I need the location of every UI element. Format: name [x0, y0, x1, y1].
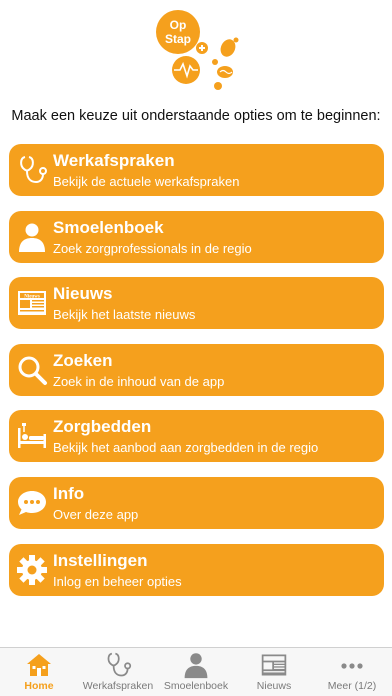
menu-button-nieuws[interactable]: Nieuws Nieuws Bekijk het laatste nieuws	[9, 277, 384, 330]
menu-button-instellingen[interactable]: Instellingen Inlog en beheer opties	[9, 543, 384, 596]
menu-subtitle: Bekijk het aanbod aan zorgbedden in de r…	[53, 440, 319, 456]
menu-title: Zorgbedden	[53, 417, 152, 437]
menu-title: Smoelenboek	[53, 217, 164, 237]
menu-subtitle: Bekijk de actuele werkafspraken	[53, 174, 240, 189]
menu-button-info[interactable]: Info Over deze app	[9, 476, 384, 529]
home-icon	[27, 654, 51, 676]
tab-home[interactable]: Home	[0, 648, 78, 696]
menu-title: Instellingen	[53, 550, 148, 570]
menu-title: Nieuws	[53, 284, 113, 304]
newspaper-icon: Nieuws	[18, 291, 46, 316]
tab-nieuws[interactable]: Nieuws	[235, 648, 313, 696]
newspaper-icon	[261, 654, 287, 676]
intro-text: Maak een keuze uit onderstaande opties o…	[11, 108, 381, 124]
menu-title: Werkafspraken	[53, 151, 175, 170]
tab-label: Smoelenboek	[163, 680, 229, 692]
more-icon	[341, 663, 363, 669]
gear-icon	[17, 554, 47, 585]
tab-meer[interactable]: Meer (1/2)	[313, 648, 391, 696]
search-icon	[18, 356, 47, 385]
tab-werkafspraken[interactable]: Werkafspraken	[79, 648, 157, 696]
stethoscope-icon	[107, 652, 132, 677]
main-menu: Werkafspraken Bekijk de actuele werkafsp…	[9, 144, 384, 610]
menu-button-zorgbedden[interactable]: Zorgbedden Bekijk het aanbod aan zorgbed…	[9, 410, 384, 463]
menu-title: Zoeken	[53, 350, 113, 370]
menu-subtitle: Zoek in de inhoud van de app	[53, 373, 225, 389]
menu-button-smoelenboek[interactable]: Smoelenboek Zoek zorgprofessionals in de…	[9, 210, 384, 263]
tab-label: Nieuws	[256, 680, 292, 692]
logo-text-stap: Stap	[165, 32, 191, 46]
person-icon	[184, 653, 208, 679]
menu-subtitle: Inlog en beheer opties	[53, 573, 182, 589]
tab-bar: Home Werkafspraken Smoelenboek Nieuws Me…	[0, 647, 392, 696]
bed-icon	[18, 423, 46, 449]
menu-button-werkafspraken[interactable]: Werkafspraken Bekijk de actuele werkafsp…	[9, 144, 384, 196]
person-icon	[19, 223, 45, 252]
info-bubble-icon	[18, 490, 46, 515]
tab-label: Meer (1/2)	[327, 680, 377, 692]
stethoscope-icon	[20, 156, 47, 184]
tab-label: Werkafspraken	[82, 680, 154, 692]
menu-subtitle: Over deze app	[53, 506, 139, 522]
logo-text-op: Op	[170, 18, 187, 32]
menu-title: Info	[53, 483, 85, 503]
newspaper-masthead: Nieuws	[24, 294, 40, 299]
app-logo: Op Stap	[156, 10, 239, 90]
menu-button-zoeken[interactable]: Zoeken Zoek in de inhoud van de app	[9, 343, 384, 396]
menu-subtitle: Zoek zorgprofessionals in de regio	[53, 240, 252, 256]
tab-label: Home	[24, 680, 54, 692]
menu-subtitle: Bekijk het laatste nieuws	[53, 307, 196, 323]
tab-smoelenboek[interactable]: Smoelenboek	[157, 648, 235, 696]
